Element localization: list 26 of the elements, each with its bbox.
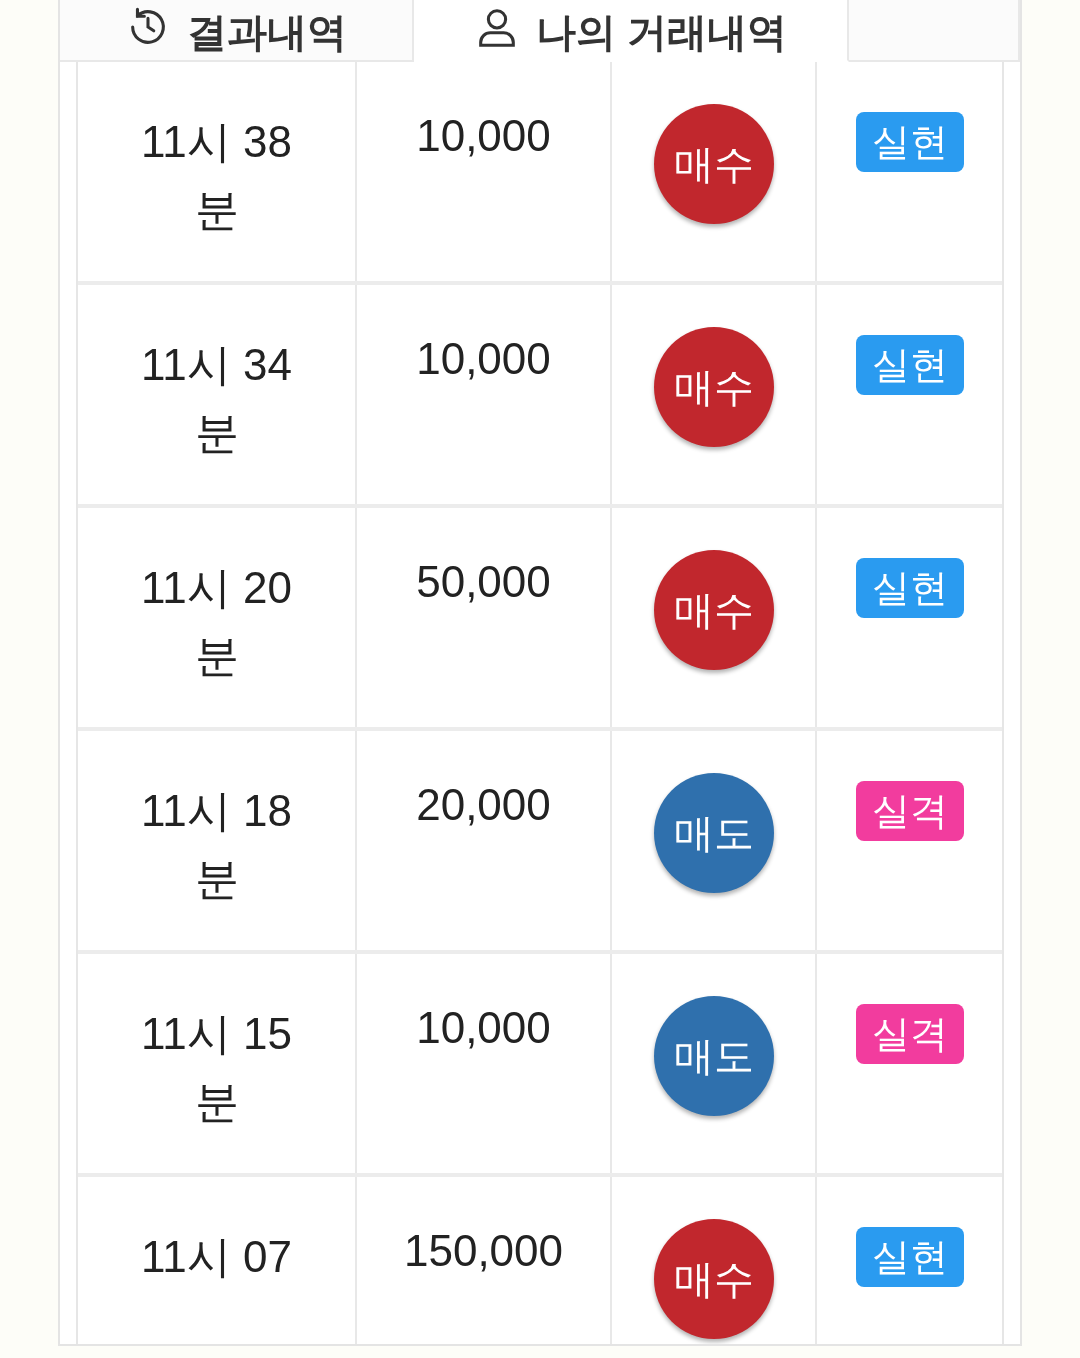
result-badge: 실격 bbox=[855, 1004, 964, 1064]
result-badge: 실현 bbox=[855, 112, 964, 172]
trade-type-badge: 매도 bbox=[653, 773, 774, 893]
result-badge: 실현 bbox=[855, 558, 964, 618]
trade-type-badge: 매도 bbox=[653, 996, 774, 1116]
tab[interactable] bbox=[848, 0, 1020, 62]
amount-cell-text: 10,000 bbox=[416, 1002, 551, 1054]
time-cell-text: 11시 18 분 bbox=[140, 785, 293, 905]
result-badge: 실현 bbox=[855, 335, 964, 395]
amount-cell-text: 20,000 bbox=[416, 779, 551, 831]
time-cell-text: 11시 34 분 bbox=[140, 339, 293, 459]
amount-cell-text: 150,000 bbox=[403, 1225, 564, 1277]
tab[interactable]: 결과내역 bbox=[60, 0, 414, 62]
result-badge: 실현 bbox=[855, 1227, 964, 1287]
amount-cell-text: 10,000 bbox=[416, 110, 551, 162]
trade-type-badge: 매수 bbox=[653, 104, 774, 224]
amount-cell-text: 50,000 bbox=[416, 556, 551, 608]
time-cell-text: 11시 15 분 bbox=[140, 1008, 293, 1128]
time-cell-text: 11시 20 분 bbox=[140, 562, 293, 682]
amount-cell-text: 10,000 bbox=[416, 333, 551, 385]
trade-type-badge: 매수 bbox=[653, 327, 774, 447]
time-cell-text: 11시 38 분 bbox=[140, 116, 293, 236]
result-badge: 실격 bbox=[855, 781, 964, 841]
time-cell-text: 11시 07 bbox=[140, 1231, 293, 1283]
trade-type-badge: 매수 bbox=[653, 1219, 774, 1339]
trade-type-badge: 매수 bbox=[653, 550, 774, 670]
